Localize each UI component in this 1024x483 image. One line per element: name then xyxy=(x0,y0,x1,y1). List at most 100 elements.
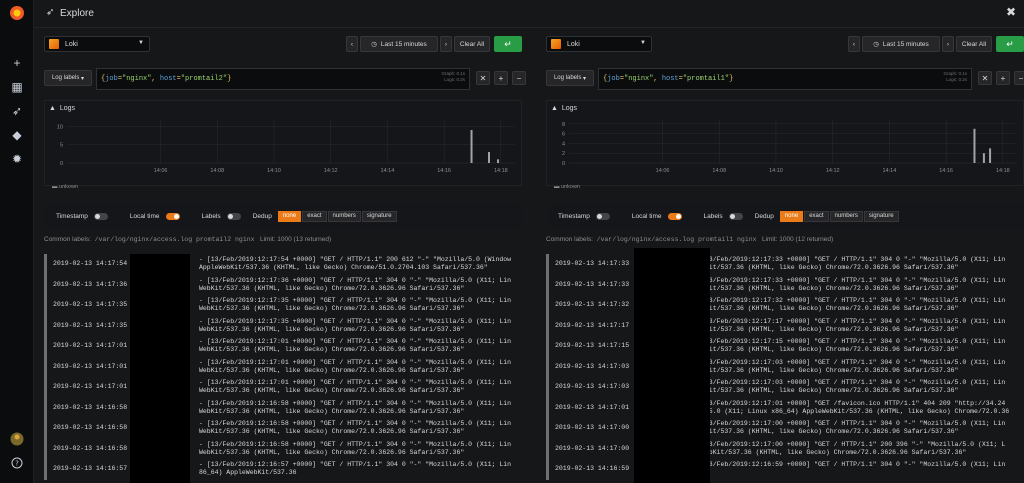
run-query-button[interactable]: ↵ xyxy=(996,36,1024,52)
log-row[interactable]: 2019-02-13 14:17:03 [13/Feb/2019:12:17:03… xyxy=(546,377,1024,398)
log-row-message: [13/Feb/2019:12:17:00 +0000] "GET / HTTP… xyxy=(701,420,1023,436)
remove-query-button[interactable]: ✕ xyxy=(476,71,490,85)
log-row[interactable]: 2019-02-13 14:17:00 [13/Feb/2019:12:17:00… xyxy=(546,438,1024,459)
log-row[interactable]: 2019-02-13 14:17:33 [13/Feb/2019:12:17:33… xyxy=(546,274,1024,295)
log-row[interactable]: 2019-02-13 14:16:58 - [13/Feb/2019:12:16:… xyxy=(44,397,522,418)
common-labels: Common labels: /var/log/nginx/access.log… xyxy=(546,236,833,243)
time-forward-button[interactable]: › xyxy=(942,36,954,52)
timestamp-toggle[interactable] xyxy=(93,212,108,220)
configuration-icon[interactable]: ✹ xyxy=(0,148,34,170)
add-query-button[interactable]: + xyxy=(494,71,508,85)
labels-toggle[interactable] xyxy=(226,212,241,220)
log-row[interactable]: 2019-02-13 14:17:01 - [13/Feb/2019:12:17:… xyxy=(44,377,522,398)
query-timing: Graph: 0.1s Logs: 0.2s xyxy=(441,71,465,83)
logs-panel-header[interactable]: ▲ Logs xyxy=(551,105,577,112)
local-time-label: Local time xyxy=(129,212,160,220)
log-row-message-line: [13/Feb/2019:12:17:00 +0000] "GET / HTTP… xyxy=(701,420,1006,427)
y-tick-label: 6 xyxy=(562,132,565,138)
datasource-picker[interactable]: Loki ▼ xyxy=(546,36,652,52)
collapse-query-button[interactable]: − xyxy=(1014,71,1024,85)
log-labels-button[interactable]: Log labels ▾ xyxy=(546,70,594,86)
log-row-message-line: [13/Feb/2019:12:17:33 +0000] "GET / HTTP… xyxy=(701,276,1006,284)
chart-legend: ▬ unkown xyxy=(554,184,580,190)
dedup-numbers-button[interactable]: numbers xyxy=(327,210,361,222)
query-brace-close: } xyxy=(227,75,232,83)
legend-entry: unkown xyxy=(59,184,78,190)
log-row[interactable]: 2019-02-13 14:16:57 - [13/Feb/2019:12:16:… xyxy=(44,459,522,480)
volume-bar xyxy=(488,152,491,163)
log-labels-button[interactable]: Log labels ▾ xyxy=(44,70,92,86)
clear-all-button[interactable]: Clear All xyxy=(454,36,490,52)
plus-icon[interactable]: + xyxy=(0,52,34,74)
log-row[interactable]: 2019-02-13 14:17:33 [13/Feb/2019:12:17:33… xyxy=(546,254,1024,275)
log-row-timestamp: 2019-02-13 14:17:33 xyxy=(555,260,630,267)
log-row-message: - [13/Feb/2019:12:17:54 +0000] "GET / HT… xyxy=(199,256,521,272)
run-query-button[interactable]: ↵ xyxy=(494,36,522,52)
dedup-numbers-button[interactable]: numbers xyxy=(829,210,863,222)
logs-timing: Logs: 0.2s xyxy=(946,77,967,82)
log-row-timestamp: 2019-02-13 14:17:33 xyxy=(555,280,630,288)
dashboards-icon[interactable]: ▦ xyxy=(0,76,34,98)
query-input[interactable]: {job="nginx", host="promtail2"} Graph: 0… xyxy=(96,68,470,90)
log-row[interactable]: 2019-02-13 14:17:01 [13/Feb/2019:12:17:01… xyxy=(546,397,1024,418)
time-back-button[interactable]: ‹ xyxy=(848,36,860,52)
explore-icon[interactable]: ➶ xyxy=(0,100,34,122)
help-icon[interactable]: ? xyxy=(0,452,34,474)
datasource-picker[interactable]: Loki ▼ xyxy=(44,36,150,52)
log-row[interactable]: 2019-02-13 14:17:01 - [13/Feb/2019:12:17:… xyxy=(44,336,522,357)
user-avatar-icon[interactable] xyxy=(0,428,34,450)
clear-all-button[interactable]: Clear All xyxy=(956,36,992,52)
log-row[interactable]: 2019-02-13 14:16:59 [13/Feb/2019:12:16:59… xyxy=(546,459,1024,480)
log-row-timestamp: 2019-02-13 14:17:00 xyxy=(555,444,630,452)
log-row[interactable]: 2019-02-13 14:17:01 - [13/Feb/2019:12:17:… xyxy=(44,356,522,377)
remove-query-button[interactable]: ✕ xyxy=(978,71,992,85)
log-row[interactable]: 2019-02-13 14:17:35 - [13/Feb/2019:12:17:… xyxy=(44,295,522,316)
dedup-signature-button[interactable]: signature xyxy=(361,210,397,222)
dedup-none-button[interactable]: none xyxy=(277,210,302,222)
log-row-message-line: - [13/Feb/2019:12:16:58 +0000] "GET / HT… xyxy=(199,440,512,448)
log-row[interactable]: 2019-02-13 14:17:54 - [13/Feb/2019:12:17:… xyxy=(44,254,522,275)
local-time-toggle[interactable] xyxy=(667,212,682,220)
log-row-message-line: WebKit/537.36 (KHTML, like Gecko) Chrome… xyxy=(199,346,465,353)
log-row-timestamp: 2019-02-13 14:17:17 xyxy=(555,321,630,329)
dedup-exact-button[interactable]: exact xyxy=(804,210,829,222)
log-row[interactable]: 2019-02-13 14:17:03 [13/Feb/2019:12:17:03… xyxy=(546,356,1024,377)
timestamp-toggle[interactable] xyxy=(595,212,610,220)
log-labels-label: Log labels xyxy=(553,75,582,81)
query-timing: Graph: 0.1s Logs: 0.2s xyxy=(943,71,967,83)
log-row-message-line: tKit/537.36 (KHTML, like Gecko) Chrome/7… xyxy=(701,428,959,435)
x-tick-label: 14:18 xyxy=(996,168,1010,174)
time-forward-button[interactable]: › xyxy=(440,36,452,52)
log-row-message-line: WebKit/537.36 (KHTML, like Gecko) Chrome… xyxy=(199,407,465,415)
time-range-picker[interactable]: ◷ Last 15 minutes xyxy=(360,36,438,52)
time-back-button[interactable]: ‹ xyxy=(346,36,358,52)
local-time-toggle[interactable] xyxy=(165,212,180,220)
dedup-signature-button[interactable]: signature xyxy=(863,210,899,222)
query-label-value: "nginx" xyxy=(122,75,152,83)
log-row[interactable]: 2019-02-13 14:16:58 - [13/Feb/2019:12:16:… xyxy=(44,418,522,439)
log-row[interactable]: 2019-02-13 14:17:15 [13/Feb/2019:12:17:15… xyxy=(546,336,1024,357)
log-row[interactable]: 2019-02-13 14:17:32 [13/Feb/2019:12:17:32… xyxy=(546,295,1024,316)
time-range-label: Last 15 minutes xyxy=(380,40,427,48)
close-icon[interactable]: ✖ xyxy=(1006,5,1016,19)
log-row[interactable]: 2019-02-13 14:17:00 [13/Feb/2019:12:17:00… xyxy=(546,418,1024,439)
dedup-exact-button[interactable]: exact xyxy=(302,210,327,222)
labels-toggle[interactable] xyxy=(728,212,743,220)
time-range-picker[interactable]: ◷ Last 15 minutes xyxy=(862,36,940,52)
dedup-none-button[interactable]: none xyxy=(779,210,804,222)
log-row[interactable]: 2019-02-13 14:17:36 - [13/Feb/2019:12:17:… xyxy=(44,274,522,295)
y-tick-label: 10 xyxy=(57,124,63,130)
collapse-query-button[interactable]: − xyxy=(512,71,526,85)
query-label-key: job xyxy=(607,75,620,83)
log-row[interactable]: 2019-02-13 14:17:35 - [13/Feb/2019:12:17:… xyxy=(44,315,522,336)
logs-graph-panel: ▲ Logs 0 5 10 14:06 14:08 14:10 14:12 14:14 14:1… xyxy=(44,100,522,186)
query-input[interactable]: {job="nginx", host="promtail1"} Graph: 0… xyxy=(598,68,972,90)
datasource-name: Loki xyxy=(65,40,78,48)
log-row[interactable]: 2019-02-13 14:16:58 - [13/Feb/2019:12:16:… xyxy=(44,438,522,459)
grafana-logo-icon[interactable] xyxy=(0,2,34,24)
log-row-message-line: - [13/Feb/2019:12:17:01 +0000] "GET / HT… xyxy=(199,358,512,366)
alerting-icon[interactable]: ◆ xyxy=(0,124,34,146)
logs-panel-header[interactable]: ▲ Logs xyxy=(49,105,75,112)
log-row[interactable]: 2019-02-13 14:17:17 [13/Feb/2019:12:17:17… xyxy=(546,315,1024,336)
add-query-button[interactable]: + xyxy=(996,71,1010,85)
